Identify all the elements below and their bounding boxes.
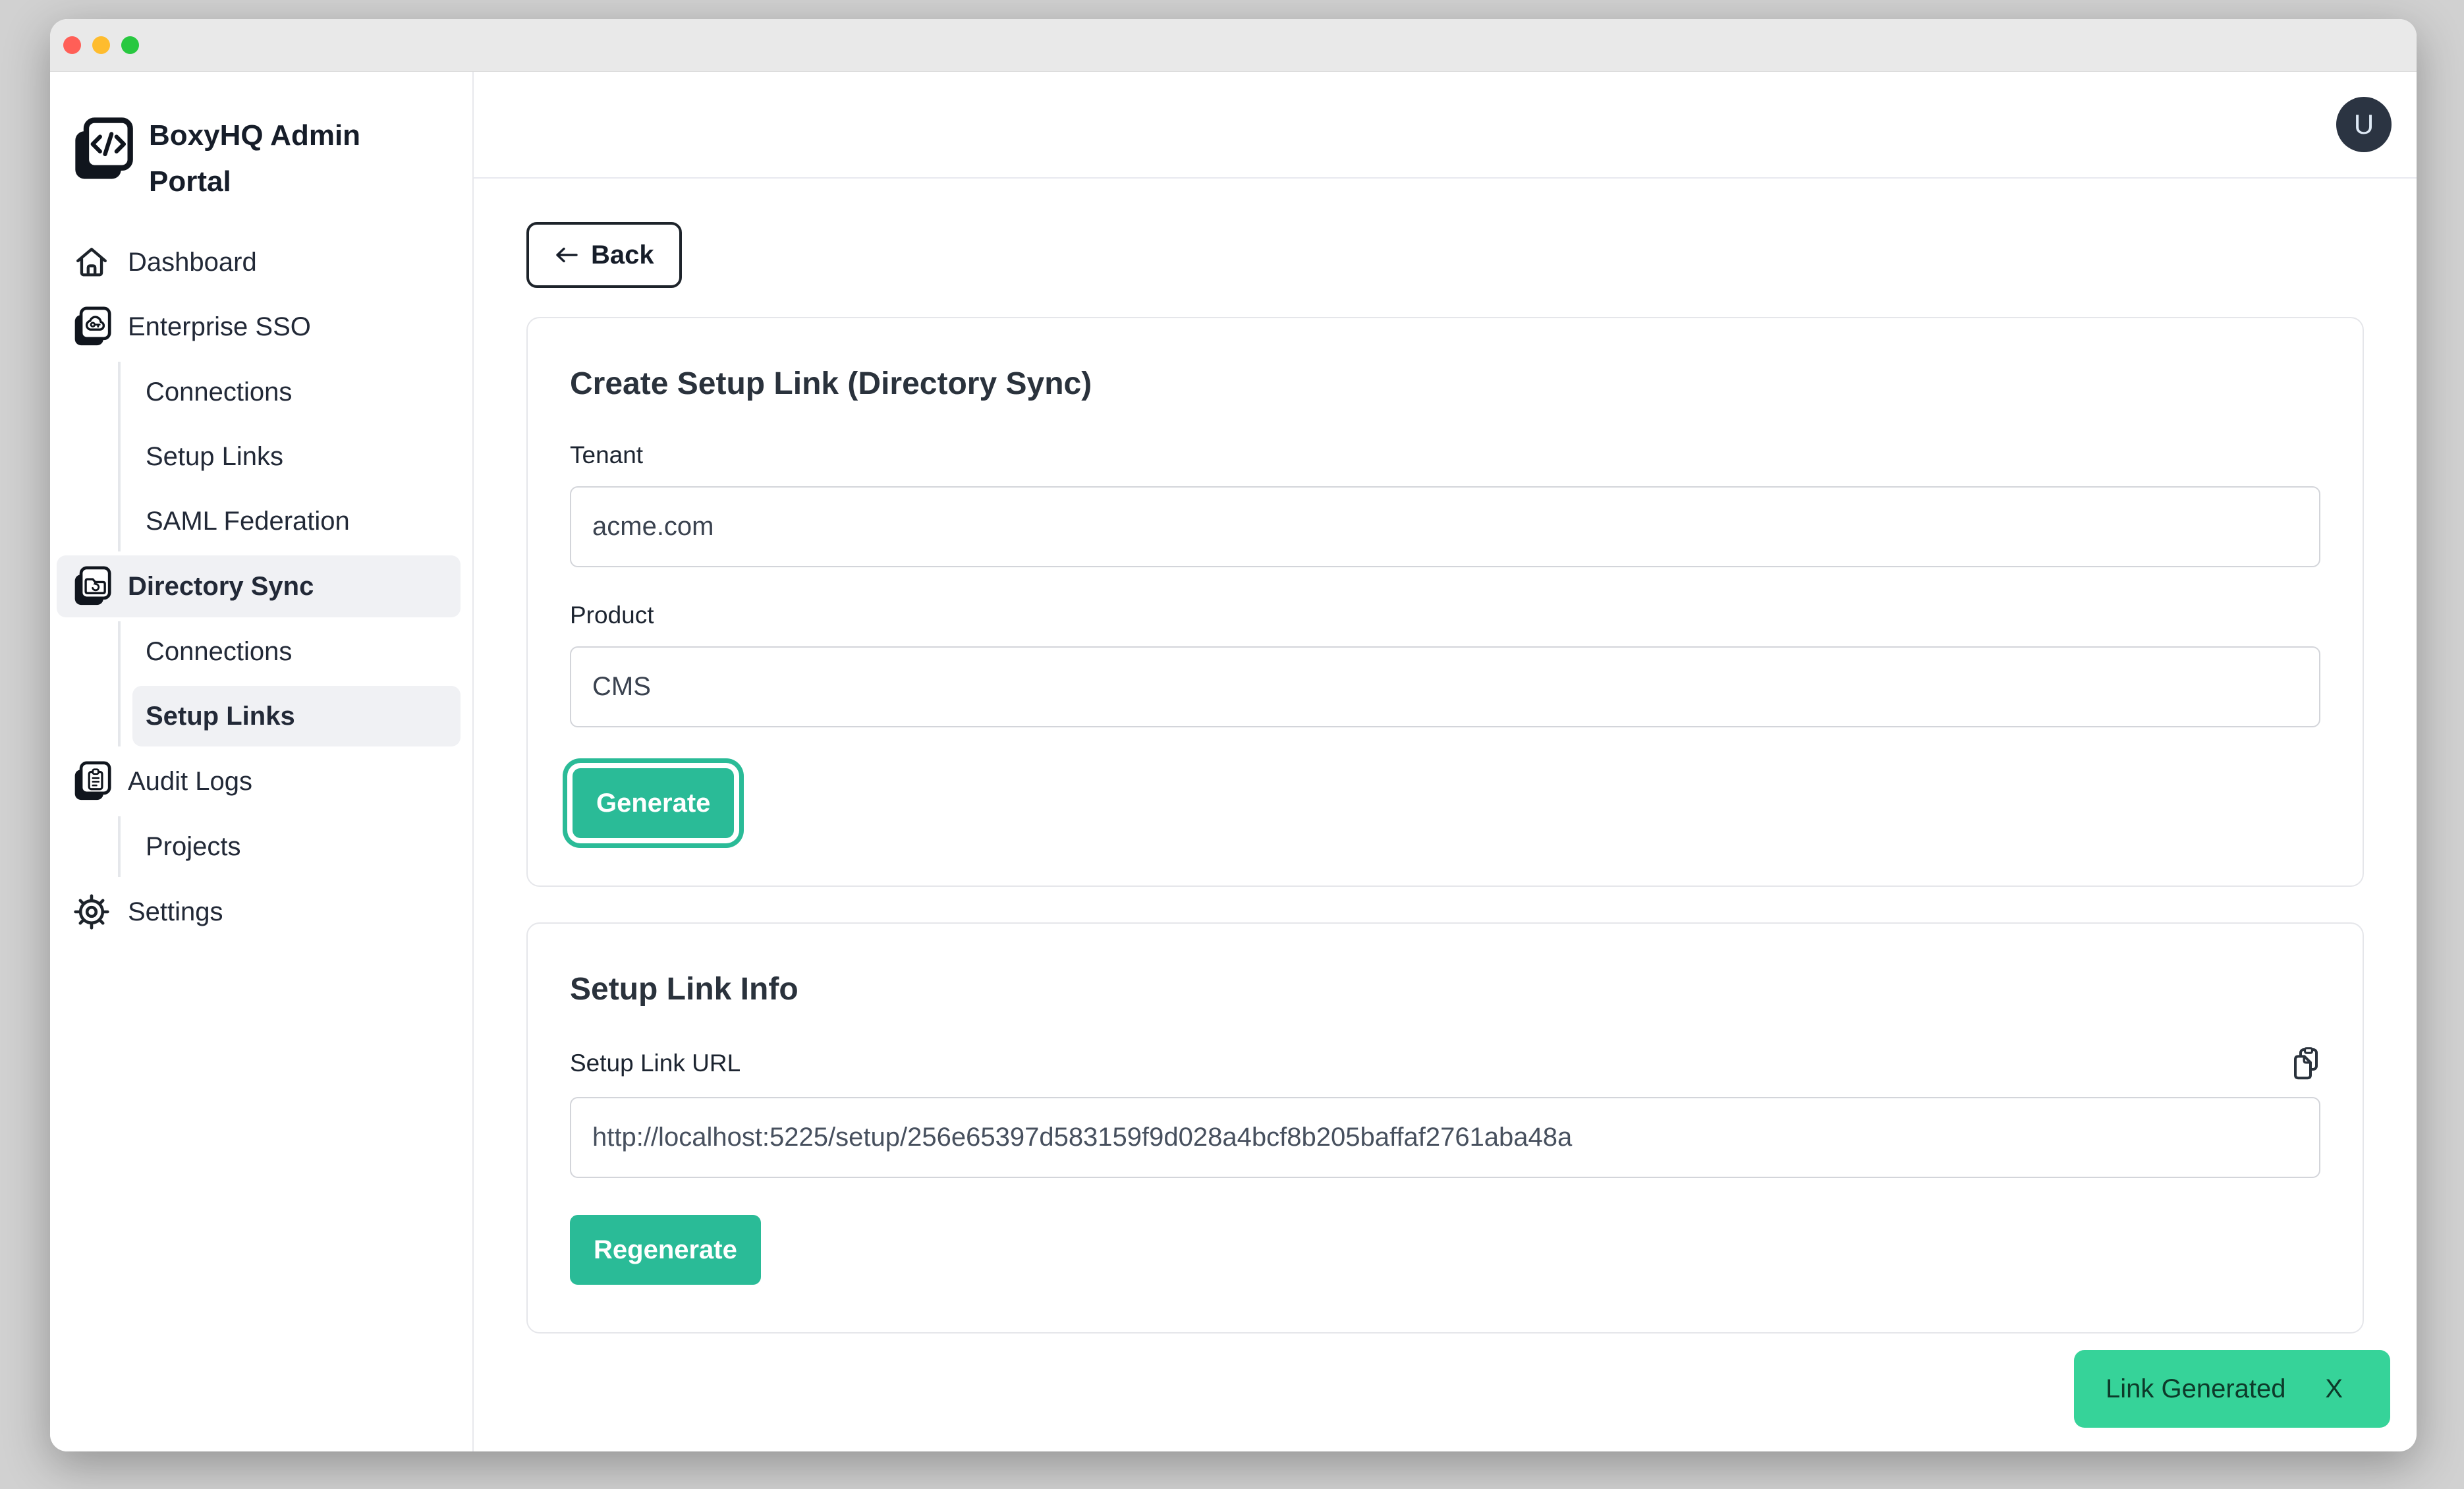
main-area: U Back Create Setup Link (Directory Sync… xyxy=(474,72,2417,1451)
sidebar-link-audit-logs[interactable]: Audit Logs xyxy=(57,750,461,812)
setup-link-url-input[interactable] xyxy=(570,1097,2320,1178)
regenerate-button[interactable]: Regenerate xyxy=(570,1215,761,1285)
sso-cloud-key-icon xyxy=(71,305,112,349)
top-header: U xyxy=(474,72,2417,179)
sidebar-link-settings[interactable]: Settings xyxy=(57,881,461,943)
gear-icon xyxy=(71,890,112,934)
setup-link-url-label: Setup Link URL xyxy=(570,1050,741,1077)
sidebar-link-dashboard[interactable]: Dashboard xyxy=(57,231,461,293)
audit-logs-clipboard-icon xyxy=(71,760,112,803)
sidebar-label: Settings xyxy=(128,897,223,927)
sidebar-sublabel: Setup Links xyxy=(146,442,283,472)
sidebar-link-dsync-setup-links[interactable]: Setup Links xyxy=(132,686,461,746)
window-titlebar xyxy=(50,19,2417,72)
sidebar-sublabel: Projects xyxy=(146,832,241,862)
back-button-label: Back xyxy=(591,240,654,270)
page-content: Back Create Setup Link (Directory Sync) … xyxy=(474,179,2417,1451)
product-label: Product xyxy=(570,602,2320,629)
close-window-button[interactable] xyxy=(63,36,81,54)
sidebar-label: Enterprise SSO xyxy=(128,312,311,342)
sidebar-link-saml-federation[interactable]: SAML Federation xyxy=(132,491,461,551)
toast-close-button[interactable]: X xyxy=(2325,1374,2343,1404)
generate-button[interactable]: Generate xyxy=(573,768,734,838)
sidebar-label: Audit Logs xyxy=(128,767,252,797)
sidebar: BoxyHQ Admin Portal Dashboard xyxy=(50,72,474,1451)
sidebar-link-directory-sync[interactable]: Directory Sync xyxy=(57,555,461,617)
card-title: Create Setup Link (Directory Sync) xyxy=(570,366,2320,402)
sidebar-label: Dashboard xyxy=(128,248,257,277)
sidebar-item-audit-logs: Audit Logs Projects xyxy=(57,750,461,877)
app-window: BoxyHQ Admin Portal Dashboard xyxy=(50,19,2417,1451)
sidebar-sublabel: Connections xyxy=(146,378,292,407)
home-icon xyxy=(71,240,112,284)
toast-success: Link Generated X xyxy=(2074,1350,2390,1428)
sidebar-sublabel: Connections xyxy=(146,637,292,667)
sidebar-sublabel: SAML Federation xyxy=(146,507,350,536)
tenant-input[interactable] xyxy=(570,486,2320,567)
app-title: BoxyHQ Admin Portal xyxy=(149,113,373,205)
back-button[interactable]: Back xyxy=(526,222,682,288)
boxyhq-logo-code-keycap-icon xyxy=(71,117,134,183)
tenant-label: Tenant xyxy=(570,441,2320,469)
directory-sync-folder-icon xyxy=(71,565,112,608)
zoom-window-button[interactable] xyxy=(121,36,139,54)
sidebar-link-sso-connections[interactable]: Connections xyxy=(132,362,461,422)
create-setup-link-card: Create Setup Link (Directory Sync) Tenan… xyxy=(526,317,2364,887)
sidebar-item-dashboard: Dashboard xyxy=(57,231,461,293)
sidebar-nav: Dashboard xyxy=(50,231,472,943)
sidebar-link-enterprise-sso[interactable]: Enterprise SSO xyxy=(57,296,461,358)
toast-message: Link Generated xyxy=(2106,1374,2286,1404)
arrow-left-icon xyxy=(554,246,579,264)
sidebar-link-projects[interactable]: Projects xyxy=(132,816,461,877)
minimize-window-button[interactable] xyxy=(92,36,110,54)
copy-to-clipboard-button[interactable] xyxy=(2291,1047,2320,1080)
product-input[interactable] xyxy=(570,646,2320,727)
avatar[interactable]: U xyxy=(2336,97,2392,152)
sidebar-link-dsync-connections[interactable]: Connections xyxy=(132,621,461,682)
card-title: Setup Link Info xyxy=(570,971,2320,1007)
directory-sync-submenu: Connections Setup Links xyxy=(118,621,461,746)
setup-link-info-card: Setup Link Info Setup Link URL xyxy=(526,922,2364,1334)
sidebar-item-settings: Settings xyxy=(57,881,461,943)
avatar-initial: U xyxy=(2354,109,2374,140)
brand: BoxyHQ Admin Portal xyxy=(50,113,472,205)
sidebar-link-sso-setup-links[interactable]: Setup Links xyxy=(132,426,461,487)
sidebar-label: Directory Sync xyxy=(128,572,314,602)
sidebar-item-directory-sync: Directory Sync Connections Setup Links xyxy=(57,555,461,746)
enterprise-sso-submenu: Connections Setup Links SAML Federation xyxy=(118,362,461,551)
sidebar-item-enterprise-sso: Enterprise SSO Connections Setup Links S… xyxy=(57,296,461,551)
audit-logs-submenu: Projects xyxy=(118,816,461,877)
sidebar-sublabel: Setup Links xyxy=(146,702,295,731)
copy-clipboard-icon xyxy=(2291,1047,2320,1080)
